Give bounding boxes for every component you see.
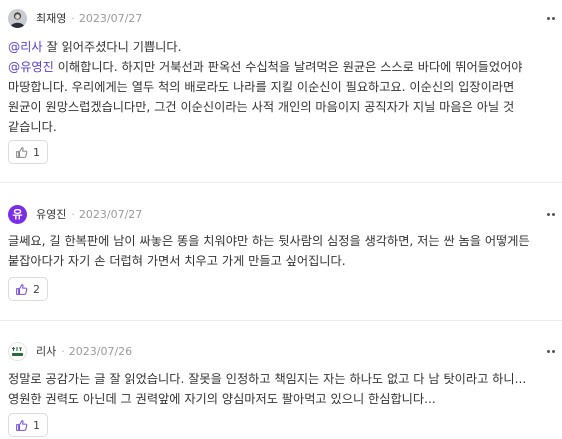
comment-text: 이해합니다. 하지만 거북선과 판옥선 수십척을 날려먹은 원균은 스스로 바다… [53, 60, 523, 74]
meta-separator: · [71, 207, 75, 221]
more-options-button[interactable] [544, 344, 558, 358]
comment-line: 영원한 권력도 아닌데 그 권력앞에 자기의 양심마저도 팔아먹고 있으니 한심… [8, 392, 436, 406]
more-options-button[interactable] [544, 11, 558, 25]
comment-line: 글쎄요, 길 한복판에 남이 싸놓은 똥을 치워야만 하는 뒷사람의 심정을 생… [8, 234, 530, 248]
comment-divider [0, 320, 562, 321]
comment-text: 잘 읽어주셨다니 기쁩니다. [42, 40, 182, 54]
comment-date: 2023/07/27 [78, 11, 143, 25]
comment-author[interactable]: 최재영 [36, 10, 66, 26]
comment-divider [0, 182, 562, 183]
like-button[interactable]: 1 [8, 140, 48, 164]
comment-line: 마땅합니다. 우리에게는 열두 척의 배로라도 나라를 지킬 이순신이 필요하고… [8, 80, 515, 94]
mention-link[interactable]: @리사 [8, 40, 43, 54]
like-button[interactable]: 2 [8, 277, 48, 301]
avatar-photo-icon [8, 8, 27, 28]
avatar[interactable] [8, 341, 27, 361]
comment-body: 정말로 공감가는 글 잘 읽었습니다. 잘못을 인정하고 책임지는 자는 하나도… [8, 369, 562, 409]
comment-line: @유영진 이해합니다. 하지만 거북선과 판옥선 수십척을 날려먹은 원균은 스… [8, 57, 562, 77]
comment-line: 붙잡아다가 자기 손 더럽혀 가면서 치우고 가게 만들고 싶어집니다. [8, 254, 346, 268]
mention-link[interactable]: @유영진 [8, 60, 54, 74]
comment-body: @리사 잘 읽어주셨다니 기쁩니다. @유영진 이해합니다. 하지만 거북선과 … [8, 37, 562, 137]
comment-body: 글쎄요, 길 한복판에 남이 싸놓은 똥을 치워야만 하는 뒷사람의 심정을 생… [8, 231, 562, 271]
comment-header: 유 유영진 · 2023/07/27 [8, 204, 142, 224]
thumbs-up-icon [16, 419, 28, 431]
comment-date: 2023/07/27 [78, 207, 143, 221]
like-button[interactable]: 1 [8, 413, 48, 437]
more-dots-icon [547, 16, 555, 20]
like-count: 2 [33, 282, 40, 296]
more-options-button[interactable] [544, 207, 558, 221]
thumbs-up-icon [16, 146, 28, 158]
thumbs-up-icon [16, 283, 28, 295]
meta-separator: · [61, 344, 65, 358]
comment-header: 최재영 · 2023/07/27 [8, 8, 142, 28]
comment-line: 같습니다. [8, 120, 57, 134]
avatar-logo-icon [9, 342, 26, 360]
meta-separator: · [71, 11, 75, 25]
comment-header: 리사 · 2023/07/26 [8, 341, 132, 361]
comment-author[interactable]: 유영진 [36, 206, 66, 222]
comment-line: 원균이 원망스럽겠습니다만, 그건 이순신이라는 사적 개인의 마음이지 공직자… [8, 100, 515, 114]
more-dots-icon [547, 212, 555, 216]
more-dots-icon [547, 349, 555, 353]
avatar[interactable] [8, 8, 27, 28]
avatar[interactable]: 유 [8, 204, 27, 224]
like-count: 1 [33, 145, 40, 159]
like-count: 1 [33, 418, 40, 432]
comment-author[interactable]: 리사 [36, 343, 56, 359]
comment-line: 정말로 공감가는 글 잘 읽었습니다. 잘못을 인정하고 책임지는 자는 하나도… [8, 372, 527, 386]
comment-line: @리사 잘 읽어주셨다니 기쁩니다. [8, 37, 562, 57]
comment-date: 2023/07/26 [68, 344, 133, 358]
